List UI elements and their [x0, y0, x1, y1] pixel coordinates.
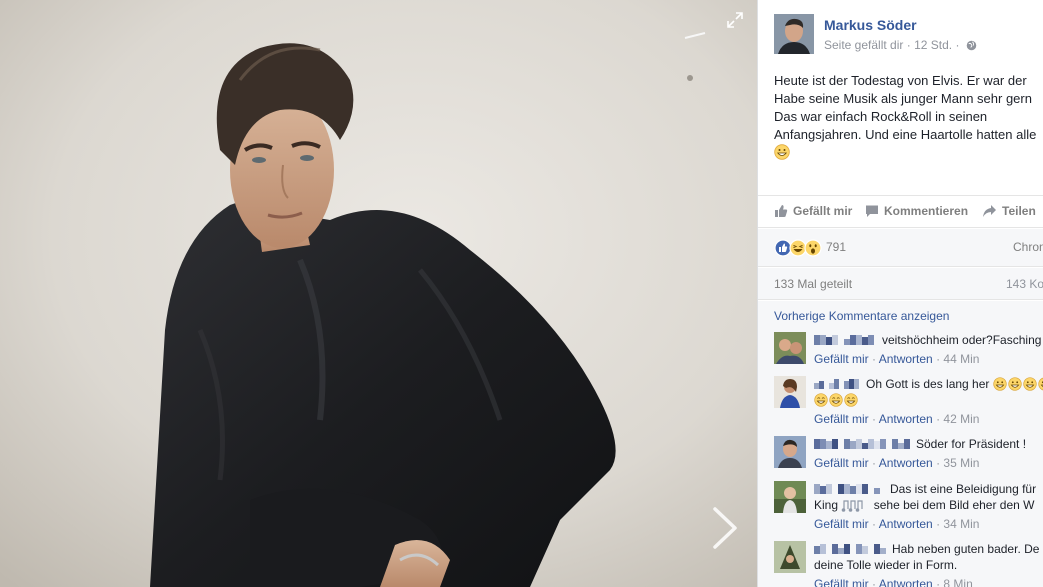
comment-text: Söder for Präsident ! — [916, 437, 1027, 451]
comment-label: Kommentieren — [884, 204, 969, 218]
comment-time[interactable]: 35 Min — [943, 456, 979, 470]
meta-separator: · — [955, 38, 960, 52]
comment-time[interactable]: 8 Min — [943, 577, 972, 587]
post-text-line: Anfangsjahren. Und eine Haartolle hatten… — [774, 127, 1037, 142]
share-count[interactable]: 133 Mal geteilt — [774, 277, 852, 291]
share-button[interactable]: Teilen — [982, 204, 1036, 218]
liked-status[interactable]: Seite gefällt dir — [824, 38, 903, 52]
comment-body: Hab neben guten bader. De deine Tolle wi… — [814, 541, 1043, 573]
comment-actions: Gefällt mir · Antworten · 35 Min — [814, 456, 980, 470]
comment-like-link[interactable]: Gefällt mir — [814, 456, 869, 470]
avatar[interactable] — [774, 436, 806, 468]
comment-reply-link[interactable]: Antworten — [879, 412, 933, 426]
blurred-name — [814, 544, 886, 554]
globe-icon — [966, 40, 977, 51]
comment-like-link[interactable]: Gefällt mir — [814, 577, 869, 587]
comment-actions: Gefällt mir · Antworten · 34 Min — [814, 517, 980, 531]
comment-reply-link[interactable]: Antworten — [879, 352, 933, 366]
comment-body: Söder for Präsident ! — [814, 436, 1043, 452]
comment-time[interactable]: 42 Min — [943, 412, 979, 426]
grinning-emoji-icon — [774, 144, 790, 160]
comment-body: veitshöchheim oder?Fasching — [814, 332, 1043, 348]
post-text-line: Das war einfach Rock&Roll in seinen — [774, 109, 988, 124]
avatar[interactable] — [774, 14, 814, 54]
post-time[interactable]: 12 Std. — [914, 38, 952, 52]
commenter-avatar — [774, 376, 806, 408]
comment-like-link[interactable]: Gefällt mir — [814, 352, 869, 366]
expand-icon[interactable] — [727, 12, 743, 28]
reactions-row: 791 Chronologisch — [758, 229, 1043, 267]
like-label: Gefällt mir — [793, 204, 853, 218]
post-text-line: Habe seine Musik als junger Mann sehr ge… — [774, 91, 1032, 106]
comment-actions: Gefällt mir · Antworten · 8 Min — [814, 577, 973, 587]
profile-picture — [774, 14, 814, 54]
thumbs-up-icon — [775, 205, 788, 217]
comment-reply-link[interactable]: Antworten — [879, 577, 933, 587]
post-text-line: Heute ist der Todestag von Elvis. Er war… — [774, 73, 1027, 88]
comment-time[interactable]: 34 Min — [943, 517, 979, 531]
blurred-name — [814, 335, 874, 345]
comments-list: Vorherige Kommentare anzeigen veitshöchh… — [758, 301, 1043, 587]
reaction-icons[interactable] — [774, 239, 824, 257]
comment-text: veitshöchheim oder?Fasching — [882, 333, 1042, 347]
page-name[interactable]: Markus Söder — [824, 17, 917, 33]
music-notes-icon — [842, 500, 863, 512]
comment-text: Oh Gott is des lang her — [866, 377, 990, 391]
commenter-avatar — [774, 541, 806, 573]
comment-button[interactable]: Kommentieren — [865, 204, 968, 218]
blurred-name — [814, 439, 910, 449]
grinning-emoji-icon — [1023, 377, 1037, 391]
avatar[interactable] — [774, 481, 806, 513]
post-photo — [0, 0, 757, 587]
grinning-emoji-icon — [1038, 377, 1043, 391]
comment-reply-link[interactable]: Antworten — [879, 517, 933, 531]
comment-actions: Gefällt mir · Antworten · 42 Min — [814, 412, 980, 426]
grinning-emoji-icon — [1008, 377, 1022, 391]
comment-body: Oh Gott is des lang her — [814, 376, 1043, 408]
commenter-avatar — [774, 332, 806, 364]
comment-reply-link[interactable]: Antworten — [879, 456, 933, 470]
comment-icon — [866, 205, 878, 217]
share-icon — [983, 205, 996, 217]
haha-reaction-icon — [789, 239, 807, 257]
post-text: Heute ist der Todestag von Elvis. Er war… — [774, 72, 1043, 162]
laughing-emoji-icon — [844, 393, 858, 407]
comment-like-link[interactable]: Gefällt mir — [814, 412, 869, 426]
photo-viewer — [0, 0, 757, 587]
comment-count: 143 Kommentare — [1006, 277, 1043, 291]
commenter-avatar — [774, 481, 806, 513]
comment-like-link[interactable]: Gefällt mir — [814, 517, 869, 531]
wow-reaction-icon — [804, 239, 822, 257]
laughing-emoji-icon — [829, 393, 843, 407]
reaction-count[interactable]: 791 — [826, 240, 846, 254]
post-sidebar: Markus Söder Seite gefällt dir · 12 Std.… — [757, 0, 1043, 587]
chevron-right-icon[interactable] — [709, 505, 739, 551]
comment-body: Das ist eine Beleidigung für King sehe b… — [814, 481, 1043, 513]
post-meta: Seite gefällt dir · 12 Std. · — [824, 38, 977, 52]
commenter-avatar — [774, 436, 806, 468]
reactions-icon — [774, 239, 822, 257]
blurred-name — [814, 379, 859, 389]
avatar[interactable] — [774, 541, 806, 573]
avatar[interactable] — [774, 332, 806, 364]
comment-text: Das ist eine Beleidigung für — [890, 482, 1037, 496]
grinning-emoji-icon — [993, 377, 1007, 391]
avatar[interactable] — [774, 376, 806, 408]
comment-text: Hab neben guten bader. De — [892, 542, 1040, 556]
comment-text: deine Tolle wieder in Form. — [814, 558, 958, 572]
previous-comments-link[interactable]: Vorherige Kommentare anzeigen — [774, 309, 949, 323]
like-button[interactable]: Gefällt mir — [774, 204, 852, 218]
share-label: Teilen — [1002, 204, 1036, 218]
comment-text-prefix: King — [814, 498, 839, 512]
blurred-name — [814, 484, 880, 494]
laughing-emoji-icon — [814, 393, 828, 407]
post-actions: Gefällt mir Kommentieren Teilen — [758, 195, 1043, 228]
meta-separator: · — [906, 38, 911, 52]
stats-row: 133 Mal geteilt 143 Kommentare — [758, 268, 1043, 300]
comment-time[interactable]: 44 Min — [943, 352, 979, 366]
comment-text: sehe bei dem Bild eher den W — [873, 498, 1035, 512]
comment-actions: Gefällt mir · Antworten · 44 Min — [814, 352, 980, 366]
sort-order-dropdown[interactable]: Chronologisch — [1013, 240, 1043, 254]
